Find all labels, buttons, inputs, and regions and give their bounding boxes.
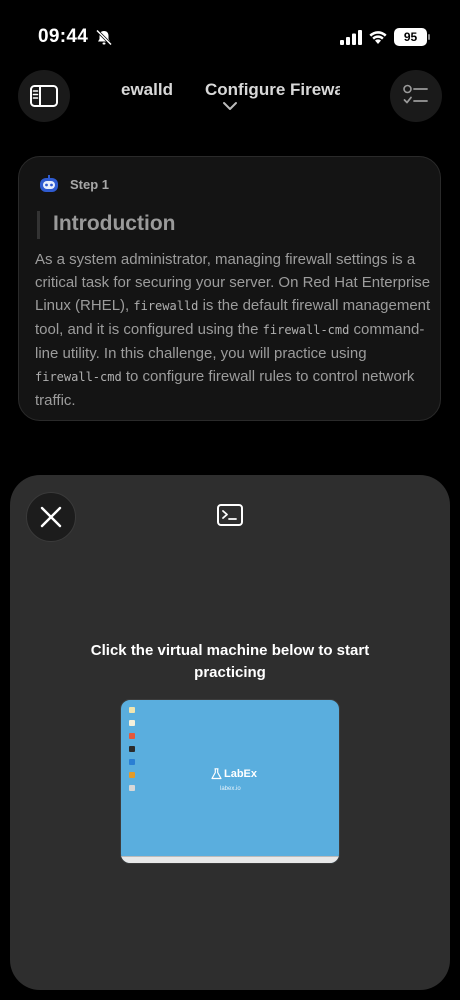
vm-prompt-text: Click the virtual machine below to start…	[90, 642, 370, 681]
virtual-machine-preview[interactable]: LabEx labex.io	[120, 699, 340, 864]
sidebar-toggle-button[interactable]	[18, 70, 70, 122]
checklist-icon	[403, 84, 428, 104]
inline-code: firewall-cmd	[35, 370, 122, 384]
labex-logo: LabEx	[211, 768, 257, 780]
cellular-signal-icon	[340, 30, 362, 45]
flask-icon	[211, 768, 222, 780]
current-lab-title[interactable]: Configure Firewa	[205, 80, 340, 100]
wifi-icon	[369, 31, 387, 44]
desktop-icon	[129, 733, 135, 739]
terminal-icon[interactable]	[217, 504, 243, 526]
inline-code: firewalld	[133, 299, 199, 313]
step-description: As a system administrator, managing fire…	[35, 248, 431, 412]
step-header: Step 1	[39, 175, 109, 193]
close-button[interactable]	[26, 492, 76, 542]
desktop-icon	[129, 707, 135, 713]
status-bar: 09:44 95	[0, 0, 460, 70]
step-card: Step 1 Introduction As a system administ…	[18, 156, 441, 421]
vm-taskbar	[121, 856, 339, 863]
inline-code: firewall-cmd	[262, 323, 350, 337]
vm-bottom-sheet: Click the virtual machine below to start…	[10, 475, 450, 990]
battery-level: 95	[394, 28, 427, 46]
sidebar-icon	[30, 85, 58, 107]
chevron-down-icon[interactable]	[222, 101, 238, 111]
desktop-icon	[129, 759, 135, 765]
checklist-button[interactable]	[390, 70, 442, 122]
step-title: Introduction	[53, 212, 176, 235]
desktop-icon	[129, 772, 135, 778]
desktop-icon	[129, 720, 135, 726]
desktop-icon	[129, 785, 135, 791]
heading-accent-bar	[37, 211, 40, 239]
vm-logo-text: LabEx	[224, 768, 258, 780]
step-number: Step 1	[70, 176, 110, 192]
desktop-icon	[129, 746, 135, 752]
previous-step-title[interactable]: ewalld	[121, 80, 181, 100]
vm-subtitle: labex.io	[220, 786, 241, 792]
status-time: 09:44	[38, 26, 89, 47]
close-icon	[40, 506, 62, 528]
battery-tip	[428, 34, 430, 40]
robot-icon	[40, 175, 58, 192]
bell-muted-icon	[95, 29, 113, 46]
